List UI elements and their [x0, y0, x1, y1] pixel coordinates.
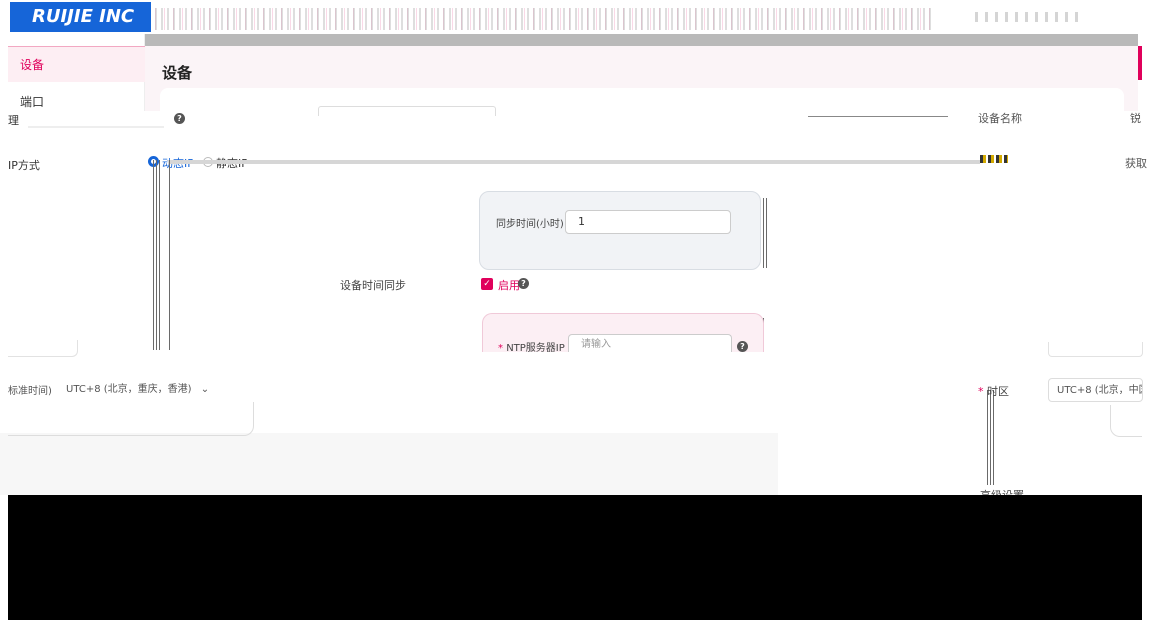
divider	[169, 160, 170, 350]
device-name-input-ghost[interactable]	[318, 106, 496, 116]
chevron-down-icon: ⌄	[200, 384, 210, 395]
occluded-region	[8, 495, 1142, 620]
sync-interval-input[interactable]: 1	[565, 210, 731, 234]
header-nav-strip	[155, 8, 935, 30]
left-card-edge	[8, 402, 254, 436]
ip-mode-label: IP方式	[8, 159, 40, 172]
header-divider	[145, 34, 1138, 46]
scroll-indicator	[1138, 46, 1142, 80]
sidebar: 设备 端口	[8, 34, 145, 114]
device-name-value[interactable]: 锐	[1130, 110, 1141, 126]
page-title: 设备	[162, 64, 193, 82]
timezone-label: * 时区	[978, 383, 1009, 399]
divider	[808, 116, 948, 117]
right-input-ghost[interactable]	[1048, 342, 1143, 357]
divider	[990, 390, 991, 485]
question-circle-icon[interactable]: ?	[174, 113, 185, 124]
timezone-select[interactable]: UTC+8 (北京，中国	[1048, 378, 1143, 402]
divider	[28, 126, 164, 128]
header-user-area[interactable]	[975, 12, 1085, 22]
question-circle-icon[interactable]: ?	[518, 278, 529, 289]
left-timezone-value: UTC+8 (北京，重庆，香港)	[66, 384, 192, 395]
divider	[156, 160, 157, 350]
sidebar-item-label: 设备	[20, 58, 45, 72]
time-sync-label: 设备时间同步	[340, 279, 406, 292]
timezone-label-text: 时区	[987, 385, 1009, 398]
lower-panel-fill	[0, 433, 778, 495]
divider	[993, 390, 994, 485]
settings-card	[160, 88, 1124, 112]
left-timezone-select[interactable]: UTC+8 (北京，重庆，香港) ⌄	[58, 377, 224, 402]
sidebar-item-label: 端口	[20, 95, 45, 109]
device-name-label: 设备名称	[978, 112, 1022, 125]
left-row-label: 理	[8, 114, 19, 127]
divider	[987, 390, 988, 485]
left-input-ghost[interactable]	[8, 340, 78, 357]
left-timezone-label: 标准时间)	[8, 386, 52, 397]
sync-interval-label: 同步时间(小时)	[496, 219, 564, 230]
required-mark: *	[978, 385, 984, 398]
divider	[763, 198, 764, 268]
divider	[153, 160, 154, 350]
checkmark-icon[interactable]: ✓	[481, 278, 493, 290]
divider	[168, 160, 980, 164]
divider	[766, 198, 767, 268]
right-card-edge	[1110, 405, 1142, 437]
status-indicator	[980, 155, 1008, 163]
ntp-server-input[interactable]: 请输入	[568, 334, 732, 354]
time-sync-enable-label[interactable]: 启用	[498, 277, 520, 293]
sidebar-item-device[interactable]: 设备	[8, 46, 145, 82]
top-bar: RUIJIE INC	[0, 0, 1149, 34]
brand-logo[interactable]: RUIJIE INC	[10, 2, 151, 32]
ip-status-text: 获取	[1125, 157, 1147, 170]
divider	[159, 160, 160, 350]
question-circle-icon[interactable]: ?	[737, 341, 748, 352]
form-row-device-name	[0, 111, 1149, 160]
